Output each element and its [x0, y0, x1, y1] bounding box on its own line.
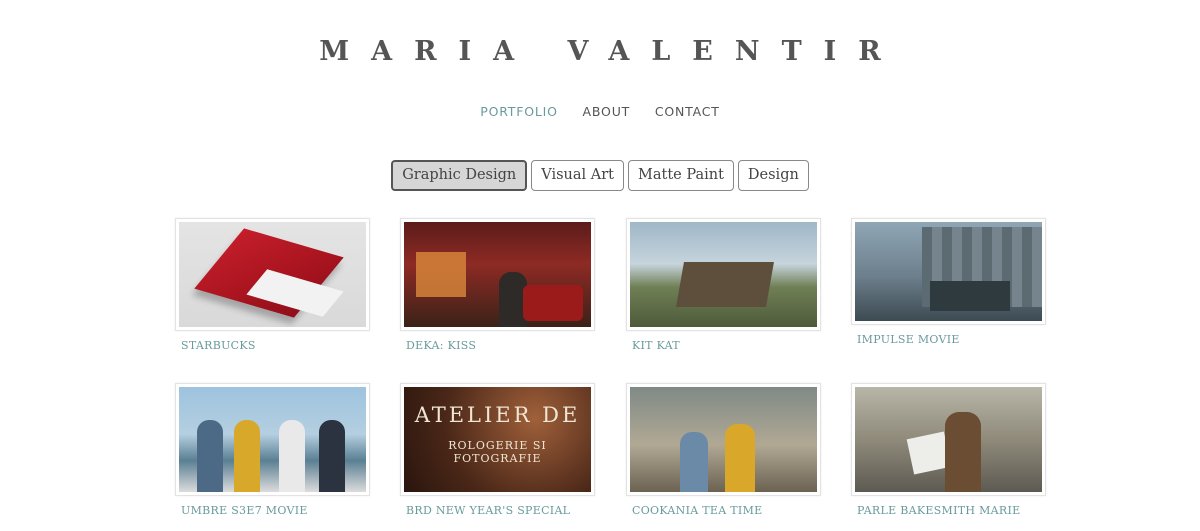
project-thumbnail[interactable] [175, 383, 370, 496]
catapult-machine [676, 262, 774, 307]
filter-design[interactable]: Design [737, 160, 809, 191]
portfolio-card-parle[interactable]: PARLE BAKESMITH MARIE [851, 383, 1046, 517]
starbucks-booklet-image [179, 222, 366, 327]
person-figure [680, 432, 708, 492]
project-title[interactable]: PARLE BAKESMITH MARIE [851, 504, 1046, 517]
portfolio-card-kit-kat[interactable]: KIT KAT [626, 218, 821, 352]
filter-visual-art[interactable]: Visual Art [531, 160, 625, 191]
project-title[interactable]: STARBUCKS [175, 339, 370, 352]
project-title[interactable]: IMPULSE MOVIE [851, 333, 1046, 346]
shop-window [416, 252, 466, 297]
portfolio-card-umbre[interactable]: UMBRE S3E7 MOVIE [175, 383, 370, 517]
red-truck [523, 285, 583, 321]
portfolio-card-impulse-movie[interactable]: IMPULSE MOVIE [851, 218, 1046, 346]
person-figure [945, 412, 981, 492]
person-figure [319, 420, 345, 492]
person-figure [725, 424, 755, 492]
nav-contact[interactable]: CONTACT [655, 104, 720, 119]
main-nav: PORTFOLIO ABOUT CONTACT [0, 104, 1200, 119]
project-title[interactable]: KIT KAT [626, 339, 821, 352]
project-title[interactable]: COOKANIA TEA TIME [626, 504, 821, 517]
project-thumbnail[interactable] [851, 383, 1046, 496]
project-thumbnail[interactable] [175, 218, 370, 331]
parle-image [855, 387, 1042, 492]
project-thumbnail[interactable] [626, 383, 821, 496]
sign-text-fotografie: ROLOGERIE SI FOTOGRAFIE [448, 439, 547, 465]
umbre-image [179, 387, 366, 492]
person-figure [234, 420, 260, 492]
person-figure [197, 420, 223, 492]
kit-kat-image [630, 222, 817, 327]
portfolio-card-deka-kiss[interactable]: DEKA: KISS [400, 218, 595, 352]
portfolio-card-starbucks[interactable]: STARBUCKS [175, 218, 370, 352]
project-thumbnail[interactable]: ATELIER DE ROLOGERIE SI FOTOGRAFIE [400, 383, 595, 496]
category-filters: Graphic Design Visual Art Matte Paint De… [0, 160, 1200, 191]
project-thumbnail[interactable] [626, 218, 821, 331]
filter-matte-paint[interactable]: Matte Paint [628, 160, 734, 191]
person-figure [279, 420, 305, 492]
cookania-image [630, 387, 817, 492]
deka-kiss-image [404, 222, 591, 327]
project-title[interactable]: BRD NEW YEAR'S SPECIAL [400, 504, 595, 517]
brd-atelier-image: ATELIER DE ROLOGERIE SI FOTOGRAFIE [404, 387, 591, 492]
project-title[interactable]: UMBRE S3E7 MOVIE [175, 504, 370, 517]
nav-portfolio[interactable]: PORTFOLIO [480, 104, 558, 119]
project-thumbnail[interactable] [851, 218, 1046, 325]
site-title: MARIA VALENTIR [319, 36, 903, 67]
portfolio-card-brd-new-years[interactable]: ATELIER DE ROLOGERIE SI FOTOGRAFIE BRD N… [400, 383, 595, 517]
filter-graphic-design[interactable]: Graphic Design [391, 160, 528, 191]
project-thumbnail[interactable] [400, 218, 595, 331]
portfolio-card-cookania[interactable]: COOKANIA TEA TIME [626, 383, 821, 517]
sign-text-atelier: ATELIER DE [414, 403, 581, 427]
project-title[interactable]: DEKA: KISS [400, 339, 595, 352]
military-truck [930, 281, 1010, 311]
impulse-movie-image [855, 222, 1042, 321]
nav-about[interactable]: ABOUT [583, 104, 631, 119]
